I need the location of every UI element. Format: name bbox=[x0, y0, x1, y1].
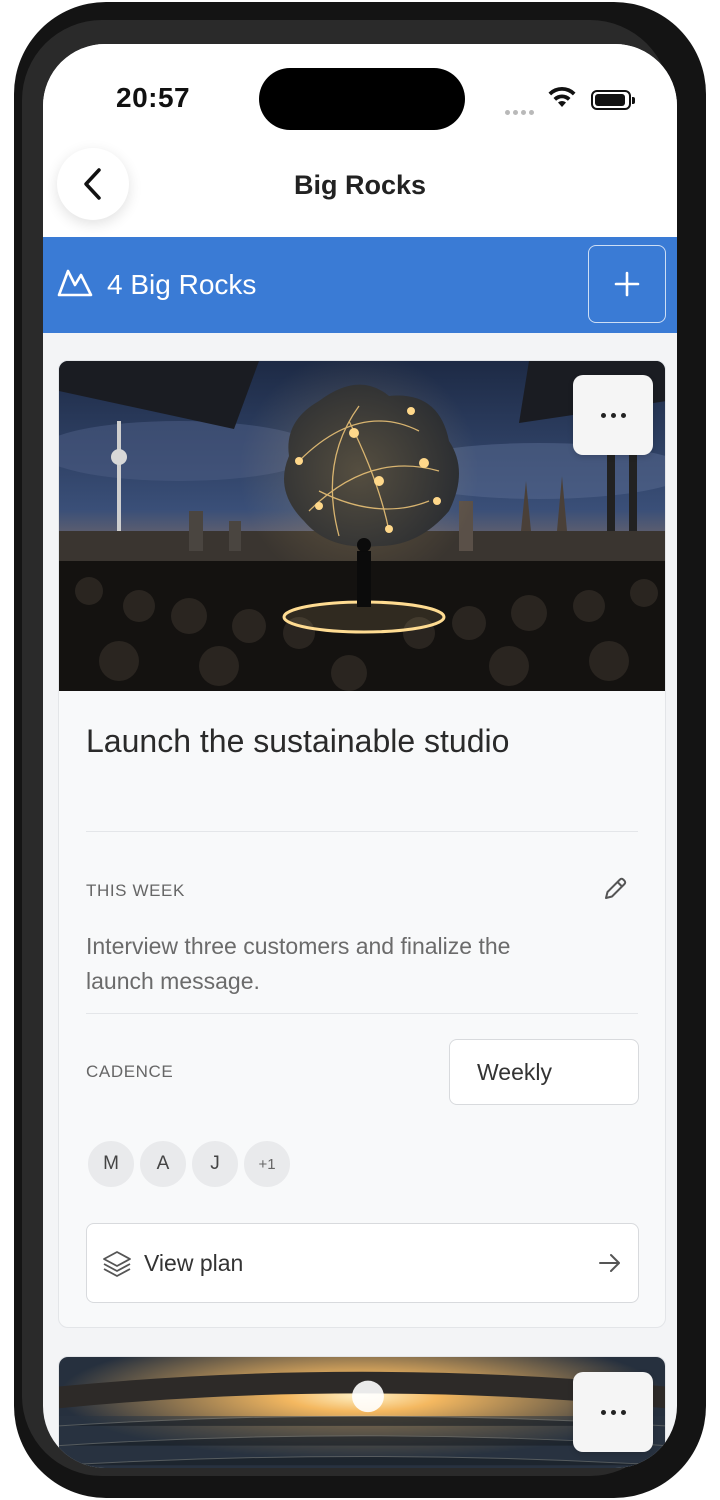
status-bar: 20:57 bbox=[43, 44, 677, 154]
screen: 20:57 Big Rocks 4 Big Rocks Launch the s… bbox=[43, 44, 677, 1468]
member-avatars: M A J +1 bbox=[86, 1139, 294, 1189]
view-plan-button[interactable]: View plan bbox=[86, 1223, 639, 1303]
big-rock-card[interactable]: Launch the sustainable studio THIS WEEK … bbox=[58, 360, 666, 1328]
card-title: Launch the sustainable studio bbox=[86, 723, 510, 759]
more-horizontal-icon bbox=[600, 412, 626, 418]
layers-icon bbox=[103, 1251, 131, 1277]
battery-icon bbox=[591, 90, 635, 110]
status-time: 20:57 bbox=[116, 82, 191, 113]
divider bbox=[86, 831, 638, 832]
this-week-text: Interview three customers and finalize t… bbox=[86, 933, 511, 994]
cadence-select[interactable]: Weekly bbox=[449, 1039, 639, 1105]
divider bbox=[86, 1013, 638, 1014]
avatar[interactable]: J bbox=[190, 1139, 240, 1189]
rocks-count-label: 4 Big Rocks bbox=[107, 269, 257, 300]
mountain-icon bbox=[57, 269, 93, 297]
avatar[interactable]: A bbox=[138, 1139, 188, 1189]
more-horizontal-icon bbox=[600, 1409, 626, 1415]
signal-icon bbox=[505, 102, 537, 120]
avatar[interactable]: M bbox=[86, 1139, 136, 1189]
view-plan-label: View plan bbox=[144, 1250, 244, 1276]
card-more-button-2[interactable] bbox=[573, 1372, 653, 1452]
avatar-overflow[interactable]: +1 bbox=[242, 1139, 292, 1189]
arrow-right-icon bbox=[599, 1254, 620, 1272]
dynamic-island bbox=[259, 68, 465, 130]
add-rock-button[interactable] bbox=[588, 245, 666, 323]
wifi-icon bbox=[548, 86, 576, 107]
cadence-label: CADENCE bbox=[86, 1062, 174, 1081]
page-title: Big Rocks bbox=[293, 170, 427, 200]
card-more-button[interactable] bbox=[573, 375, 653, 455]
rocks-count-bar: 4 Big Rocks bbox=[43, 237, 677, 333]
pencil-icon[interactable] bbox=[601, 875, 629, 903]
plus-icon bbox=[614, 271, 640, 297]
nav-header: Big Rocks bbox=[43, 144, 677, 238]
this-week-label: THIS WEEK bbox=[86, 881, 185, 900]
